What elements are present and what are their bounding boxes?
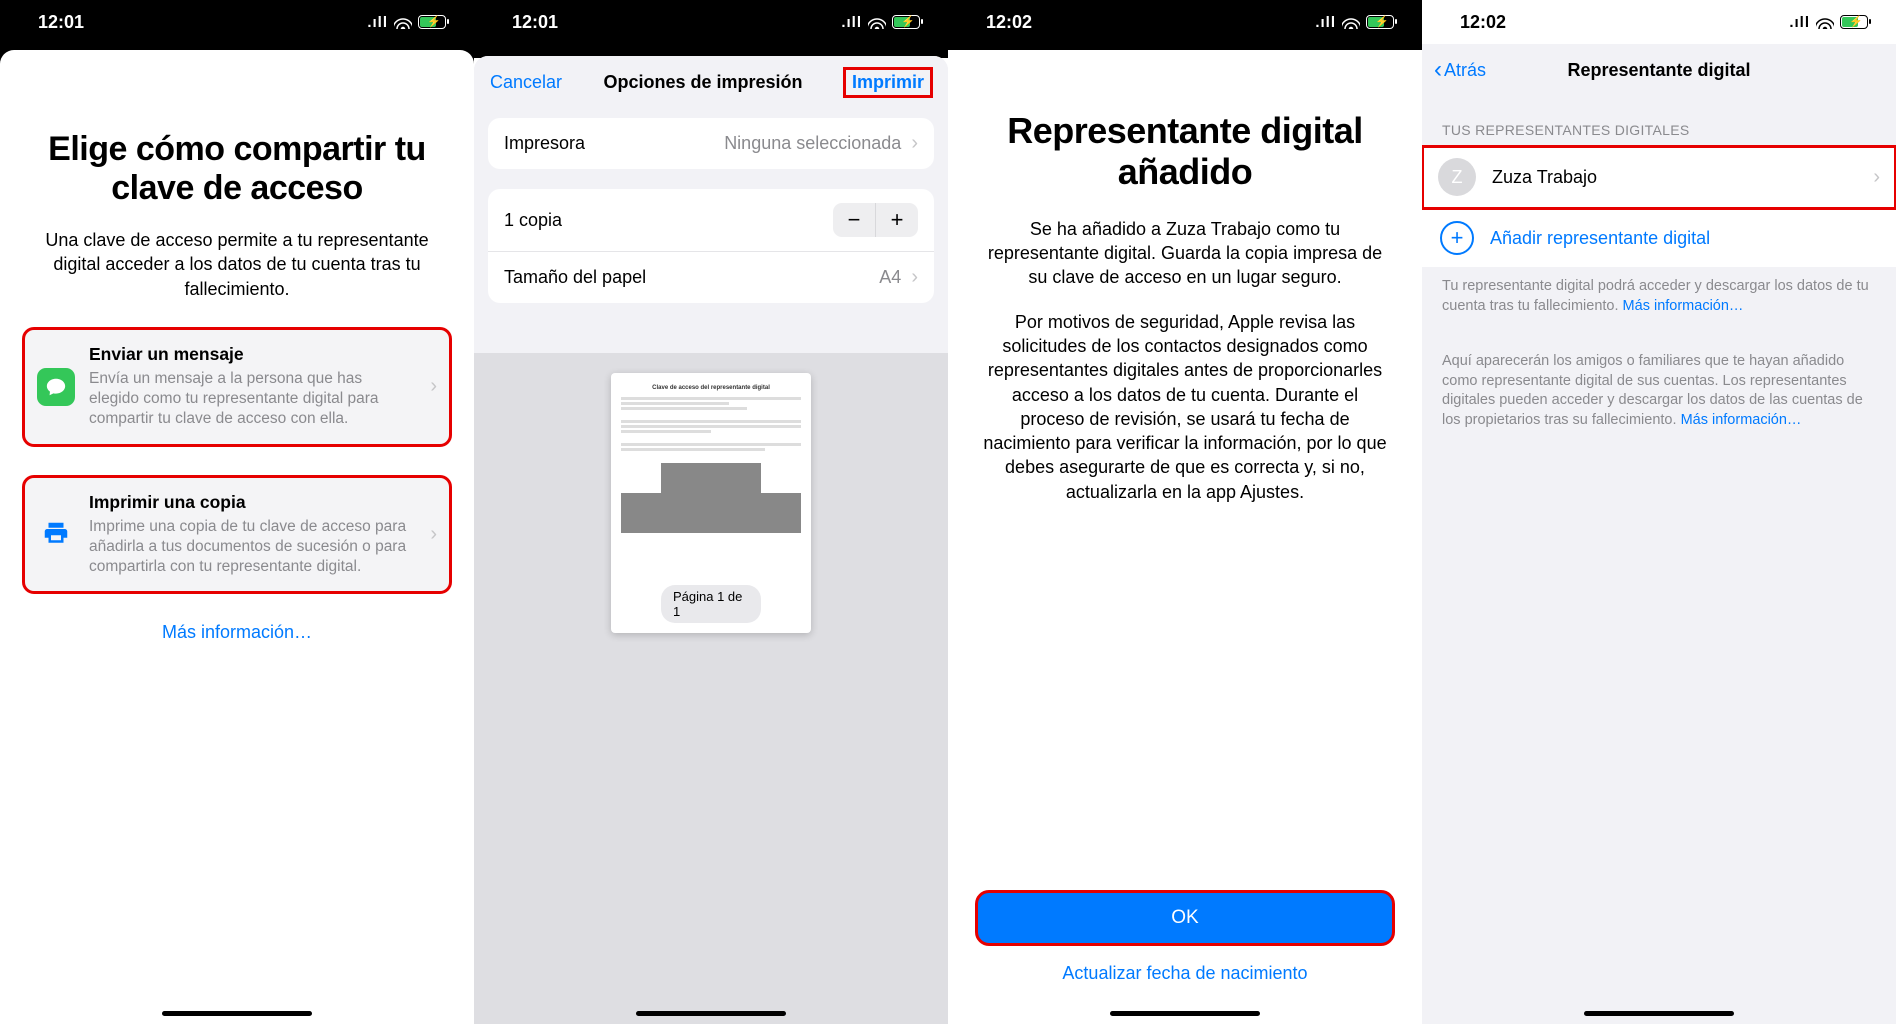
paper-size-row[interactable]: Tamaño del papel A4 › <box>488 251 934 303</box>
page-title: Representante digital añadido <box>976 110 1394 193</box>
battery-icon: ⚡ <box>1366 15 1394 29</box>
copies-label: 1 copia <box>504 210 562 231</box>
battery-icon: ⚡ <box>418 15 446 29</box>
more-info-link[interactable]: Más información… <box>22 622 452 643</box>
contact-row[interactable]: Z Zuza Trabajo › <box>1422 146 1896 209</box>
status-icons: ⚡ <box>367 14 446 31</box>
status-bar: 12:01 ⚡ <box>474 0 948 44</box>
chevron-right-icon: › <box>911 132 918 155</box>
page-subtitle: Una clave de acceso permite a tu represe… <box>22 228 452 301</box>
chevron-right-icon: › <box>430 523 437 546</box>
paper-value: A4 <box>879 267 901 288</box>
printer-label: Impresora <box>504 133 585 154</box>
status-bar: 12:01 ⚡ <box>0 0 474 44</box>
wifi-icon <box>868 15 886 29</box>
home-indicator <box>1110 1011 1260 1016</box>
chevron-right-icon: › <box>911 266 918 289</box>
messages-icon <box>37 368 75 406</box>
confirmation-text-2: Por motivos de seguridad, Apple revisa l… <box>976 310 1394 504</box>
print-preview[interactable]: Clave de acceso del representante digita… <box>474 353 948 1024</box>
copies-stepper[interactable]: − + <box>833 203 918 237</box>
plus-icon: + <box>1440 221 1474 255</box>
page-title: Elige cómo compartir tu clave de acceso <box>22 130 452 208</box>
wifi-icon <box>1816 15 1834 29</box>
status-time: 12:01 <box>38 12 84 33</box>
print-button[interactable]: Imprimir <box>844 68 932 97</box>
page-indicator: Página 1 de 1 <box>661 585 761 623</box>
back-button[interactable]: ‹ Atrás <box>1434 56 1486 84</box>
option-title: Enviar un mensaje <box>89 344 416 365</box>
home-indicator <box>1584 1011 1734 1016</box>
signal-icon <box>841 14 862 31</box>
nav-title: Representante digital <box>1567 60 1750 81</box>
back-label: Atrás <box>1444 60 1486 81</box>
status-icons: ⚡ <box>1789 14 1868 31</box>
battery-icon: ⚡ <box>1840 15 1868 29</box>
stepper-minus-button[interactable]: − <box>833 203 875 237</box>
option-print-copy[interactable]: Imprimir una copia Imprime una copia de … <box>22 475 452 594</box>
chevron-right-icon: › <box>1873 166 1880 189</box>
wifi-icon <box>1342 15 1360 29</box>
section-header: TUS REPRESENTANTES DIGITALES <box>1422 96 1896 146</box>
printer-value: Ninguna seleccionada <box>724 133 901 154</box>
nav-bar: ‹ Atrás Representante digital <box>1422 44 1896 96</box>
option-title: Imprimir una copia <box>89 492 416 513</box>
signal-icon <box>1789 14 1810 31</box>
printer-icon <box>37 515 75 553</box>
home-indicator <box>162 1011 312 1016</box>
chevron-left-icon: ‹ <box>1434 56 1442 84</box>
copies-row: 1 copia − + <box>488 189 934 251</box>
home-indicator <box>636 1011 786 1016</box>
add-representative-label: Añadir representante digital <box>1490 228 1710 249</box>
printer-row[interactable]: Impresora Ninguna seleccionada › <box>488 118 934 169</box>
footer-note-1: Tu representante digital podrá acceder y… <box>1422 267 1896 316</box>
status-bar: 12:02 ⚡ <box>948 0 1422 44</box>
avatar: Z <box>1438 158 1476 196</box>
document-preview: Clave de acceso del representante digita… <box>611 373 811 633</box>
status-time: 12:02 <box>986 12 1032 33</box>
signal-icon <box>1315 14 1336 31</box>
nav-bar: Cancelar Opciones de impresión Imprimir <box>474 56 948 108</box>
status-icons: ⚡ <box>1315 14 1394 31</box>
signal-icon <box>367 14 388 31</box>
nav-title: Opciones de impresión <box>603 72 802 93</box>
status-bar: 12:02 ⚡ <box>1422 0 1896 44</box>
stepper-plus-button[interactable]: + <box>876 203 918 237</box>
confirmation-text-1: Se ha añadido a Zuza Trabajo como tu rep… <box>976 217 1394 290</box>
more-info-link[interactable]: Más información… <box>1681 412 1802 428</box>
option-desc: Envía un mensaje a la persona que has el… <box>89 369 416 429</box>
more-info-link[interactable]: Más información… <box>1623 298 1744 314</box>
footer-note-2: Aquí aparecerán los amigos o familiares … <box>1422 342 1896 430</box>
status-time: 12:02 <box>1460 12 1506 33</box>
status-time: 12:01 <box>512 12 558 33</box>
status-icons: ⚡ <box>841 14 920 31</box>
chevron-right-icon: › <box>430 375 437 398</box>
option-send-message[interactable]: Enviar un mensaje Envía un mensaje a la … <box>22 327 452 446</box>
contact-name: Zuza Trabajo <box>1492 167 1857 188</box>
paper-label: Tamaño del papel <box>504 267 646 288</box>
add-representative-row[interactable]: + Añadir representante digital <box>1422 209 1896 267</box>
ok-button[interactable]: OK <box>976 891 1394 945</box>
option-desc: Imprime una copia de tu clave de acceso … <box>89 517 416 577</box>
doc-title: Clave de acceso del representante digita… <box>621 385 801 391</box>
wifi-icon <box>394 15 412 29</box>
cancel-button[interactable]: Cancelar <box>490 72 562 93</box>
battery-icon: ⚡ <box>892 15 920 29</box>
update-birthdate-link[interactable]: Actualizar fecha de nacimiento <box>976 963 1394 984</box>
